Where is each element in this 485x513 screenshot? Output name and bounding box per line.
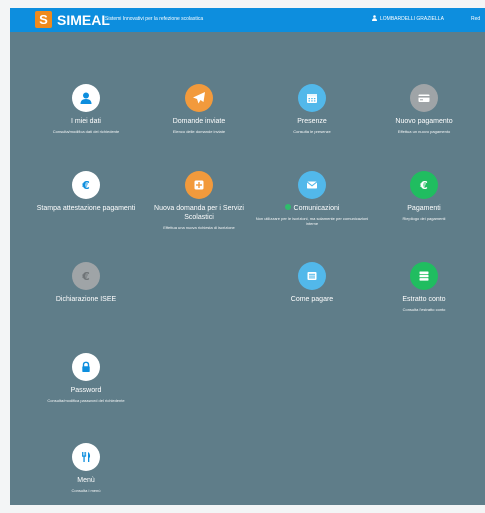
tile-desc: Consulta i menù (71, 488, 101, 493)
tile-desc: Consulta/modifica dati del richiedente (52, 129, 120, 134)
tile-desc: Elenco delle domande inviate (172, 129, 226, 134)
tile-title: Dichiarazione ISEE (55, 296, 117, 303)
tile-icon-circle: € (72, 171, 100, 199)
tile-miei-dati[interactable]: I miei dati Consulta/modifica dati del r… (28, 84, 144, 134)
tile-title: Pagamenti (407, 205, 441, 212)
plus-icon (194, 180, 204, 190)
tile-icon-circle (410, 262, 438, 290)
tile-dichiarazione-isee[interactable]: € Dichiarazione ISEE (28, 262, 144, 307)
tile-desc: Consulta le presenze (293, 129, 331, 134)
user-icon (372, 15, 377, 21)
tile-icon-circle (410, 84, 438, 112)
statement-icon (419, 271, 429, 281)
envelope-icon (306, 181, 318, 189)
tile-desc: Consulta/modifica password del richieden… (47, 398, 125, 403)
tile-title: Comunicazioni (254, 204, 370, 213)
tile-domande-inviate[interactable]: Domande inviate Elenco delle domande inv… (141, 84, 257, 134)
tile-title: Stampa attestazione pagamenti (36, 205, 136, 212)
tile-desc: Riepilogo dei pagamenti (402, 216, 446, 221)
simeal-logo[interactable]: S (35, 11, 52, 28)
tile-title: Nuova domanda per i Servizi Scolastici (154, 205, 244, 221)
tile-come-pagare[interactable]: Come pagare (254, 262, 370, 307)
list-icon (307, 272, 317, 280)
svg-text:€: € (81, 179, 90, 192)
tile-password[interactable]: Password Consulta/modifica password del … (28, 353, 144, 403)
tile-title: Domande inviate (172, 118, 226, 125)
user-name: LOMBARDELLI GRAZIELLA (380, 16, 444, 22)
user-icon (80, 92, 92, 104)
tile-desc: Effettua un nuovo pagamento (397, 129, 451, 134)
tile-title: Presenze (297, 118, 327, 125)
tile-icon-circle (72, 443, 100, 471)
brand-tagline: Sistemi Innovativi per la refezione scol… (105, 16, 204, 22)
tile-icon-circle (72, 84, 100, 112)
tile-desc: Non utilizzare per le iscrizioni, ma sol… (255, 216, 369, 226)
app-frame: S SIMEAL Sistemi Innovativi per la refez… (10, 8, 485, 505)
tile-icon-circle (185, 171, 213, 199)
tile-nuova-domanda[interactable]: Nuova domanda per i Servizi Scolastici E… (141, 171, 257, 230)
tile-title: Nuovo pagamento (395, 118, 453, 125)
tile-icon-circle: € (72, 262, 100, 290)
tile-title: I miei dati (71, 118, 101, 125)
tile-icon-circle (72, 353, 100, 381)
lock-icon (82, 361, 90, 372)
tile-icon-circle (185, 84, 213, 112)
tile-menu[interactable]: Menù Consulta i menù (28, 443, 144, 493)
tile-presenze[interactable]: Presenze Consulta le presenze (254, 84, 370, 134)
tile-title-text: Comunicazioni (293, 205, 340, 212)
brand-name[interactable]: SIMEAL (57, 11, 110, 29)
svg-text:€: € (81, 270, 90, 283)
user-menu[interactable]: LOMBARDELLI GRAZIELLA (372, 15, 444, 23)
svg-text:€: € (419, 179, 428, 192)
euro-icon: € (81, 270, 90, 283)
tile-icon-circle (298, 171, 326, 199)
tile-estratto-conto[interactable]: Estratto conto Consulta l'estratto conto (366, 262, 482, 312)
tile-title: Menù (77, 477, 95, 484)
tile-icon-circle (298, 84, 326, 112)
tile-desc: Consulta l'estratto conto (402, 307, 446, 312)
tile-title: Come pagare (290, 296, 334, 303)
euro-icon: € (419, 179, 428, 192)
tile-stampa-attestazione[interactable]: € Stampa attestazione pagamenti (28, 171, 144, 216)
tile-comunicazioni[interactable]: Comunicazioni Non utilizzare per le iscr… (254, 171, 370, 226)
tile-title: Password (70, 387, 102, 394)
tile-icon-circle: € (410, 171, 438, 199)
tile-pagamenti[interactable]: € Pagamenti Riepilogo dei pagamenti (366, 171, 482, 221)
tile-title: Estratto conto (402, 296, 446, 303)
unread-indicator (284, 204, 291, 210)
cutlery-icon (82, 452, 91, 462)
euro-icon: € (81, 179, 90, 192)
cut-off-menu-link[interactable]: Red (471, 15, 480, 23)
tile-desc: Effettua una nuova richiesta di iscrizio… (163, 225, 235, 230)
calendar-icon (307, 94, 317, 103)
paper-plane-icon (193, 92, 205, 104)
credit-card-icon (418, 94, 430, 102)
tile-icon-circle (298, 262, 326, 290)
tile-nuovo-pagamento[interactable]: Nuovo pagamento Effettua un nuovo pagame… (366, 84, 482, 134)
top-bar: S SIMEAL Sistemi Innovativi per la refez… (10, 8, 485, 32)
